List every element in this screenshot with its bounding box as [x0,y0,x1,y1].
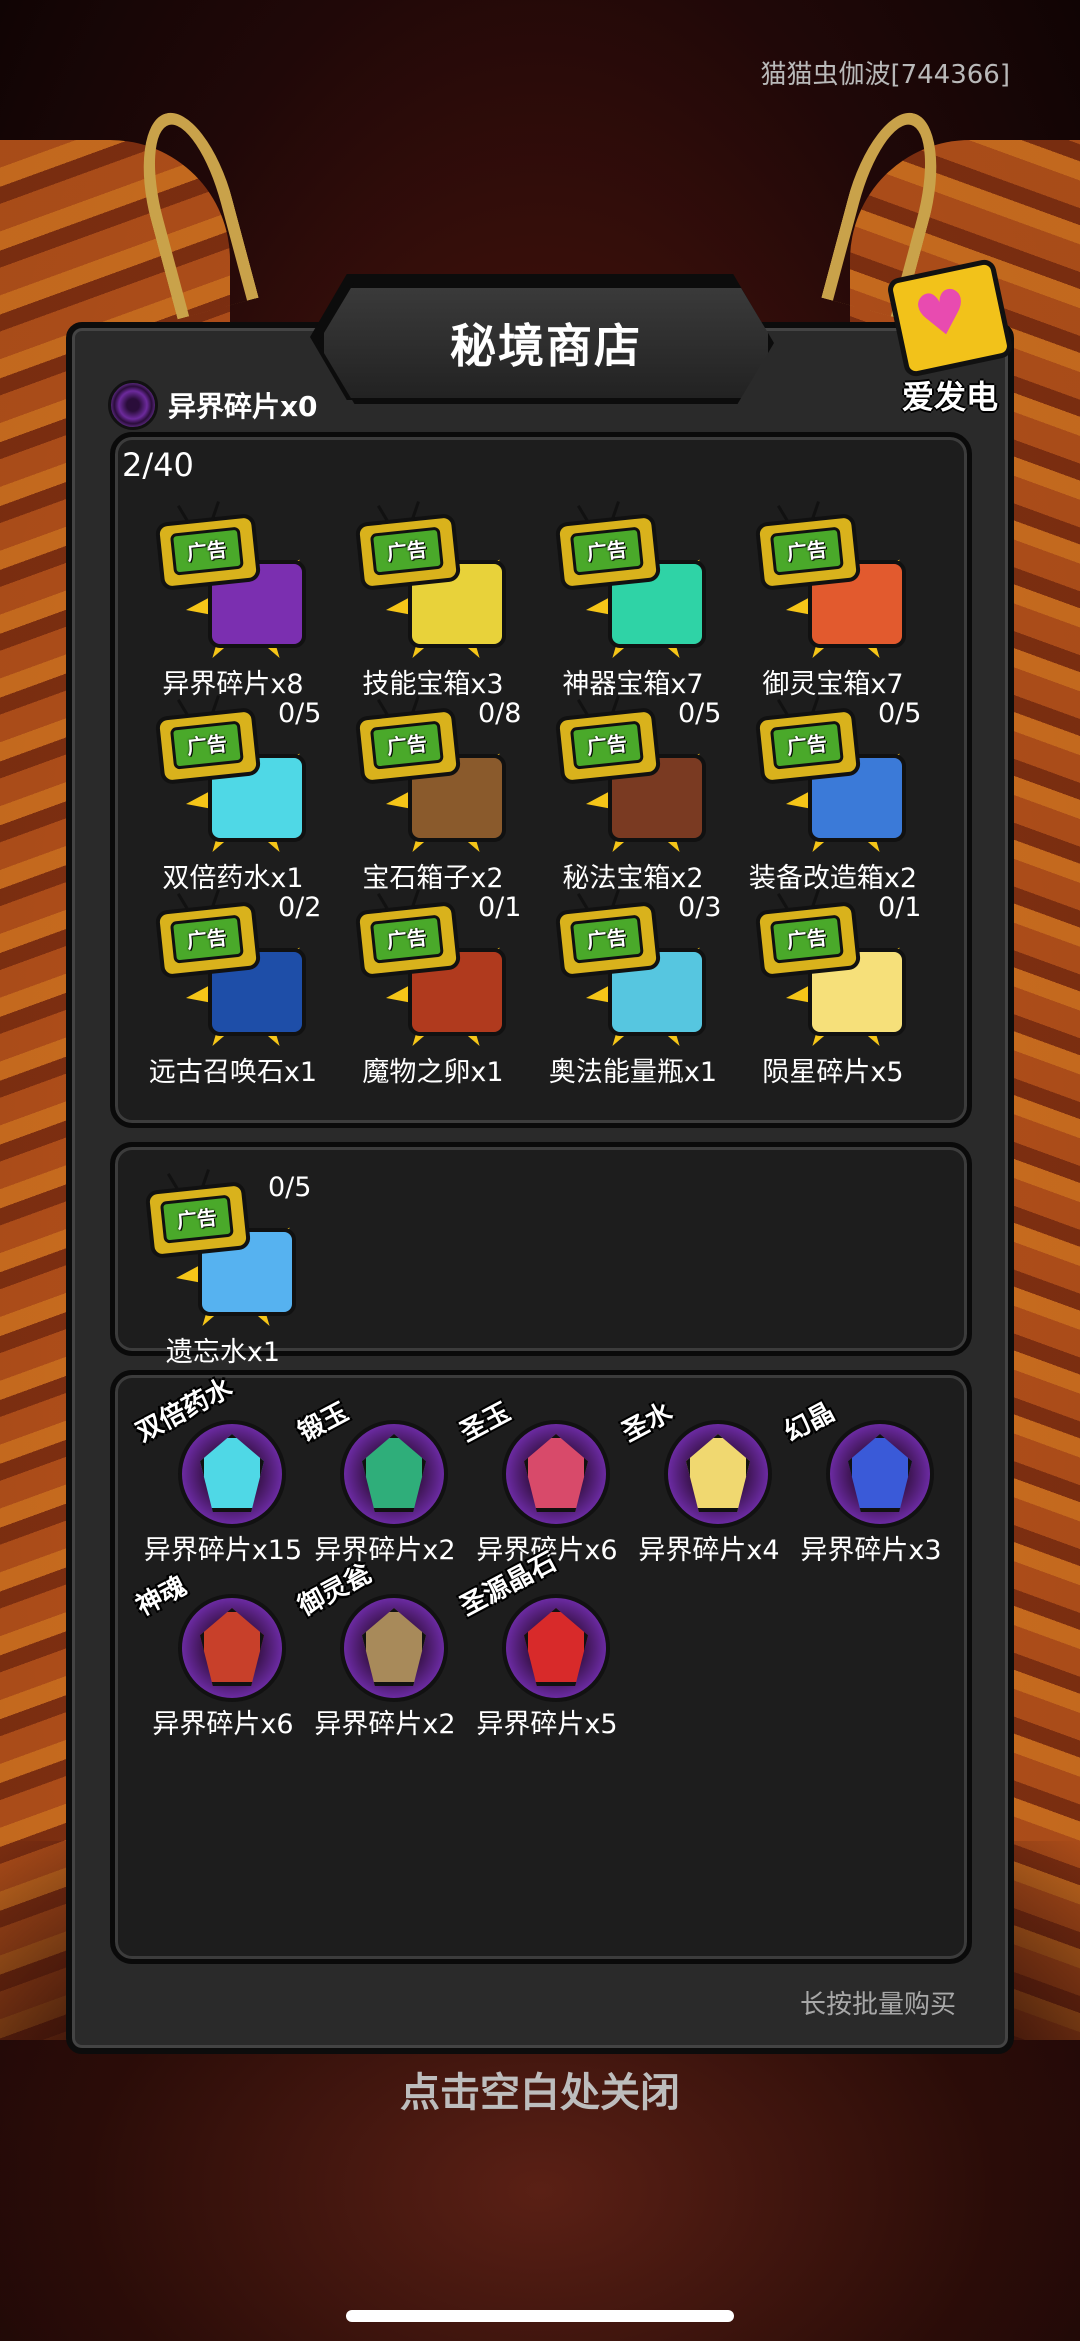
love-box-icon: ♥ [885,257,1015,379]
ad-item[interactable]: 广告 0/5 装备改造箱x2 [728,692,938,894]
ad-badge: 广告 [369,526,444,576]
ad-badge: 广告 [369,720,444,770]
ad-tv-icon: 广告 [154,501,262,592]
ad-item[interactable]: 广告 0/1 陨星碎片x5 [728,886,938,1088]
exchange-item[interactable]: 锻玉 异界碎片x2 [293,1397,470,1570]
exchange-item[interactable]: 神魂 异界碎片x6 [131,1571,308,1744]
item-name: 奥法能量瓶x1 [548,1057,718,1088]
item-limit: 0/5 [268,1172,312,1203]
home-indicator [346,2310,734,2322]
ad-item[interactable]: 广告 技能宝箱x3 [328,498,538,700]
exchange-item[interactable]: 圣源晶石 异界碎片x5 [455,1547,632,1744]
ad-tv-icon: 广告 [354,889,462,980]
title-plate: 秘境商店 [318,282,774,404]
item-name: 遗忘水x1 [165,1337,281,1368]
ad-item[interactable]: 广告 神器宝箱x7 [528,498,738,700]
item-limit: 0/1 [478,892,522,923]
exchange-item-label: 圣水 [617,1397,678,1449]
item-limit: 0/5 [878,698,922,729]
ad-tv-icon: 广告 [754,889,862,980]
item-limit: 0/5 [678,698,722,729]
item-name: 陨星碎片x5 [762,1057,904,1088]
ad-tv-icon: 广告 [754,501,862,592]
ad-tv-icon: 广告 [554,889,662,980]
ad-counter: 2/40 [122,446,194,484]
close-hint[interactable]: 点击空白处关闭 [0,2060,1080,2118]
ad-badge: 广告 [169,914,244,964]
ad-badge: 广告 [369,914,444,964]
ad-tv-icon: 广告 [754,695,862,786]
exchange-item-label: 幻晶 [779,1397,840,1449]
ad-tv-icon: 广告 [354,501,462,592]
exchange-cost: 异界碎片x3 [800,1535,942,1566]
ad-badge: 广告 [769,914,844,964]
ad-tv-icon: 广告 [354,695,462,786]
ad-badge: 广告 [169,526,244,576]
ad-badge: 广告 [569,914,644,964]
ad-badge: 广告 [569,526,644,576]
exchange-item[interactable]: 圣玉 异界碎片x6 [455,1397,632,1570]
ad-tv-icon: 广告 [144,1169,252,1260]
ad-item[interactable]: 广告 0/1 魔物之卵x1 [328,886,538,1088]
item-limit: 0/5 [278,698,322,729]
ad-badge: 广告 [169,720,244,770]
exchange-item-label: 锻玉 [293,1397,354,1449]
exchange-item[interactable]: 御灵瓮 异界碎片x2 [293,1559,470,1744]
ad-tv-icon: 广告 [154,695,262,786]
love-button[interactable]: ♥ 爱发电 [885,257,1015,418]
shop-title: 秘境商店 [450,319,642,373]
ad-badge: 广告 [769,720,844,770]
item-limit: 0/2 [278,892,322,923]
bulk-buy-hint: 长按批量购买 [799,1990,956,2020]
ad-item[interactable]: 广告 0/5 遗忘水x1 [118,1166,328,1368]
ad-badge: 广告 [159,1194,234,1244]
exchange-item-label: 圣玉 [455,1397,516,1449]
ad-tv-icon: 广告 [554,501,662,592]
item-name: 远古召唤石x1 [148,1057,318,1088]
exchange-cost: 异界碎片x5 [476,1709,618,1740]
item-limit: 0/8 [478,698,522,729]
love-button-label: 爱发电 [901,378,998,416]
ad-item[interactable]: 广告 0/5 秘法宝箱x2 [528,692,738,894]
item-name: 魔物之卵x1 [362,1057,504,1088]
exchange-item[interactable]: 幻晶异界碎片x3 [779,1397,956,1570]
ad-item[interactable]: 广告 0/8 宝石箱子x2 [328,692,538,894]
ad-item[interactable]: 广告 0/3 奥法能量瓶x1 [528,886,738,1088]
ad-item[interactable]: 广告 御灵宝箱x7 [728,498,938,700]
heart-icon: ♥ [908,274,976,355]
ad-item[interactable]: 广告 异界碎片x8 [128,498,338,700]
currency-display: 异界碎片x0 [108,380,318,430]
user-tag: 猫猫虫伽波[744366] [760,60,1010,90]
item-limit: 0/3 [678,892,722,923]
exchange-item-label: 神魂 [131,1571,192,1623]
ad-badge: 广告 [769,526,844,576]
ad-item[interactable]: 广告 0/5 双倍药水x1 [128,692,338,894]
exchange-item[interactable]: 圣水 异界碎片x4 [617,1397,794,1570]
currency-text: 异界碎片x0 [168,390,318,423]
ad-badge: 广告 [569,720,644,770]
exchange-item[interactable]: 双倍药水 异界碎片x15 [131,1373,308,1570]
ad-tv-icon: 广告 [554,695,662,786]
void-shard-icon [108,380,158,430]
item-limit: 0/1 [878,892,922,923]
ad-item[interactable]: 广告 0/2 远古召唤石x1 [128,886,338,1088]
ad-tv-icon: 广告 [154,889,262,980]
